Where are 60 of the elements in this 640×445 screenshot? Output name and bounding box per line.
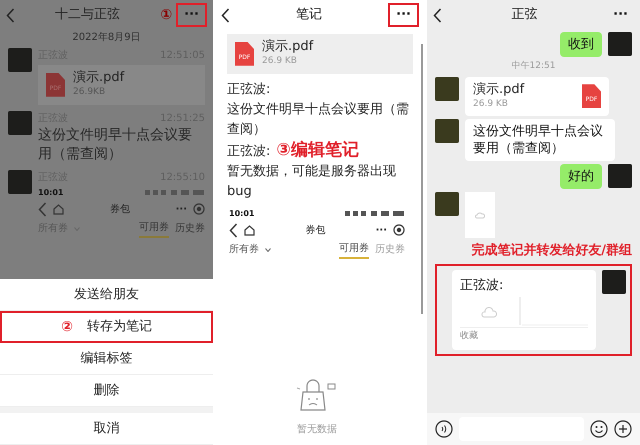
status-icons: [345, 210, 405, 217]
annotation-text: 完成笔记并转发给好友/群组: [470, 242, 632, 260]
file-name: 演示.pdf: [473, 82, 524, 98]
file-size: 26.9 KB: [262, 55, 298, 68]
page-title: 券包: [304, 224, 326, 238]
more-menu[interactable]: ···: [176, 202, 187, 216]
voice-icon[interactable]: [435, 420, 453, 438]
screen-title: 笔记: [295, 6, 324, 24]
step-marker: ①: [160, 6, 172, 24]
message-text: 这份文件明早十点会议要用（需查阅）: [38, 126, 193, 164]
note-text: 暂无数据，可能是服务器出现bug: [227, 164, 396, 198]
time-divider: 中午12:51: [510, 60, 556, 73]
status-icons: [145, 189, 205, 196]
avatar-photo: [435, 192, 459, 216]
date-label: 2022年8月9日: [71, 31, 142, 45]
annotation-text: ③编辑笔记: [276, 140, 359, 160]
back-icon[interactable]: [229, 222, 238, 238]
filter-label[interactable]: 所有券: [229, 242, 259, 257]
avatar-photo: [8, 170, 32, 194]
back-icon[interactable]: [221, 8, 230, 22]
avatar-photo: [435, 76, 459, 100]
file-size: 26.9 KB: [473, 98, 509, 110]
empty-state-text: 暂无数据: [297, 422, 337, 437]
note-text: 这份文件明早十点会议要用（需查阅）: [227, 102, 409, 136]
cloud-icon: [475, 211, 485, 219]
back-icon[interactable]: [433, 8, 442, 22]
menu-item[interactable]: ② 转存为笔记: [0, 311, 213, 343]
chat-bubble: 好的: [560, 164, 602, 189]
step-marker: ②: [61, 318, 73, 336]
status-time: 10:01: [229, 208, 254, 220]
page-title: 券包: [108, 202, 131, 216]
note-source: 收藏: [460, 327, 588, 344]
more-menu[interactable]: ···: [376, 222, 387, 238]
file-name: 演示.pdf: [73, 70, 124, 86]
chat-bubble: 这份文件明早十点会议要用（需查阅）: [465, 119, 615, 161]
caret-icon: [265, 248, 271, 252]
emoji-icon[interactable]: [590, 420, 608, 438]
avatar-photo: [602, 270, 626, 294]
avatar-photo: [435, 119, 459, 143]
chat-bubble: 收到: [560, 32, 602, 57]
tab[interactable]: 可用券: [339, 240, 369, 258]
more-button[interactable]: ···: [607, 5, 634, 25]
note-card[interactable]: 正弦波: 收藏: [452, 270, 596, 350]
status-time: 10:01: [38, 186, 64, 198]
menu-item[interactable]: 发送给朋友: [0, 279, 213, 311]
avatar-photo: [8, 110, 32, 134]
avatar-photo: [608, 32, 632, 56]
plus-icon[interactable]: [614, 420, 632, 438]
more-button[interactable]: ···: [388, 3, 419, 27]
avatar-photo: [608, 164, 632, 188]
screen-title: 十二与正弦: [54, 6, 122, 24]
target-icon[interactable]: [393, 224, 405, 236]
note-text: 正弦波:: [227, 82, 270, 96]
avatar-photo: [8, 48, 32, 72]
home-icon[interactable]: [244, 224, 255, 236]
note-title: 正弦波:: [460, 276, 504, 294]
note-text: 正弦波:: [227, 144, 270, 158]
more-button[interactable]: ···: [176, 3, 207, 27]
screen-title: 正弦: [510, 6, 539, 24]
file-name: 演示.pdf: [262, 39, 314, 55]
